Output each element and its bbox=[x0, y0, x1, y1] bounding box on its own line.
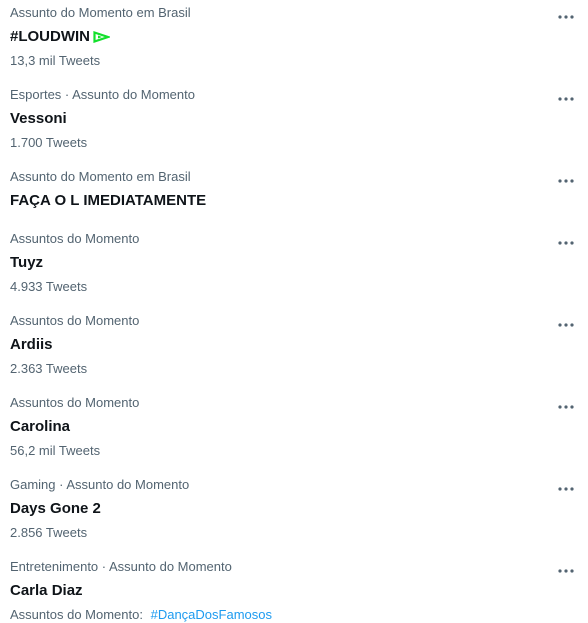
trend-name: Carla Diaz bbox=[10, 582, 83, 599]
more-horizontal-icon bbox=[558, 97, 574, 101]
trend-context: Assuntos do Momento bbox=[10, 231, 140, 246]
trend-tweet-count: 56,2 mil Tweets bbox=[10, 443, 101, 458]
more-options-button[interactable] bbox=[554, 173, 578, 189]
trend-item[interactable]: Assunto do Momento em Brasil #LOUDWIN 13… bbox=[0, 5, 588, 69]
trend-item[interactable]: Gaming · Assunto do Momento Days Gone 2 … bbox=[0, 477, 588, 541]
trend-tweet-count: 13,3 mil Tweets bbox=[10, 53, 101, 68]
more-horizontal-icon bbox=[558, 179, 574, 183]
trend-name: Ardiis bbox=[10, 336, 53, 353]
trend-name: FAÇA O L IMEDIATAMENTE bbox=[10, 192, 207, 209]
trend-name-text: #LOUDWIN bbox=[10, 28, 90, 45]
trend-context: Assuntos do Momento bbox=[10, 313, 140, 328]
trend-context: Assunto do Momento em Brasil bbox=[10, 169, 191, 184]
trend-context: Entretenimento · Assunto do Momento bbox=[10, 559, 232, 574]
more-horizontal-icon bbox=[558, 241, 574, 245]
loud-logo-icon bbox=[93, 31, 110, 43]
more-options-button[interactable] bbox=[554, 399, 578, 415]
trend-tweet-count: 2.856 Tweets bbox=[10, 525, 88, 540]
trend-tweet-count: 2.363 Tweets bbox=[10, 361, 88, 376]
more-options-button[interactable] bbox=[554, 481, 578, 497]
more-options-button[interactable] bbox=[554, 9, 578, 25]
trend-name: #LOUDWIN bbox=[10, 27, 578, 47]
trend-name: Days Gone 2 bbox=[10, 500, 101, 517]
trend-item[interactable]: Assuntos do Momento Tuyz 4.933 Tweets bbox=[0, 231, 588, 295]
trend-item[interactable]: Assuntos do Momento Ardiis 2.363 Tweets bbox=[0, 313, 588, 377]
more-horizontal-icon bbox=[558, 15, 574, 19]
related-hashtag-link[interactable]: #DançaDosFamosos bbox=[151, 607, 272, 622]
trend-name: Vessoni bbox=[10, 110, 67, 127]
more-horizontal-icon bbox=[558, 487, 574, 491]
more-options-button[interactable] bbox=[554, 91, 578, 107]
trend-context: Gaming · Assunto do Momento bbox=[10, 477, 190, 492]
trend-context: Assunto do Momento em Brasil bbox=[10, 5, 191, 20]
trend-item[interactable]: Assuntos do Momento Carolina 56,2 mil Tw… bbox=[0, 395, 588, 459]
trend-item[interactable]: Esportes · Assunto do Momento Vessoni 1.… bbox=[0, 87, 588, 151]
trend-name: Carolina bbox=[10, 418, 71, 435]
trend-item[interactable]: Assunto do Momento em Brasil FAÇA O L IM… bbox=[0, 169, 588, 211]
trend-related: Assuntos do Momento: #DançaDosFamosos bbox=[10, 607, 578, 623]
trend-name: Tuyz bbox=[10, 254, 44, 271]
trends-list: Assunto do Momento em Brasil #LOUDWIN 13… bbox=[0, 0, 588, 622]
more-horizontal-icon bbox=[558, 323, 574, 327]
trend-item[interactable]: Entretenimento · Assunto do Momento Carl… bbox=[0, 559, 588, 623]
more-options-button[interactable] bbox=[554, 235, 578, 251]
trend-context: Esportes · Assunto do Momento bbox=[10, 87, 195, 102]
trend-tweet-count: 4.933 Tweets bbox=[10, 279, 88, 294]
more-horizontal-icon bbox=[558, 569, 574, 573]
more-options-button[interactable] bbox=[554, 563, 578, 579]
more-options-button[interactable] bbox=[554, 317, 578, 333]
more-horizontal-icon bbox=[558, 405, 574, 409]
trend-related-label: Assuntos do Momento: bbox=[10, 607, 143, 622]
trend-tweet-count: 1.700 Tweets bbox=[10, 135, 88, 150]
trend-context: Assuntos do Momento bbox=[10, 395, 140, 410]
